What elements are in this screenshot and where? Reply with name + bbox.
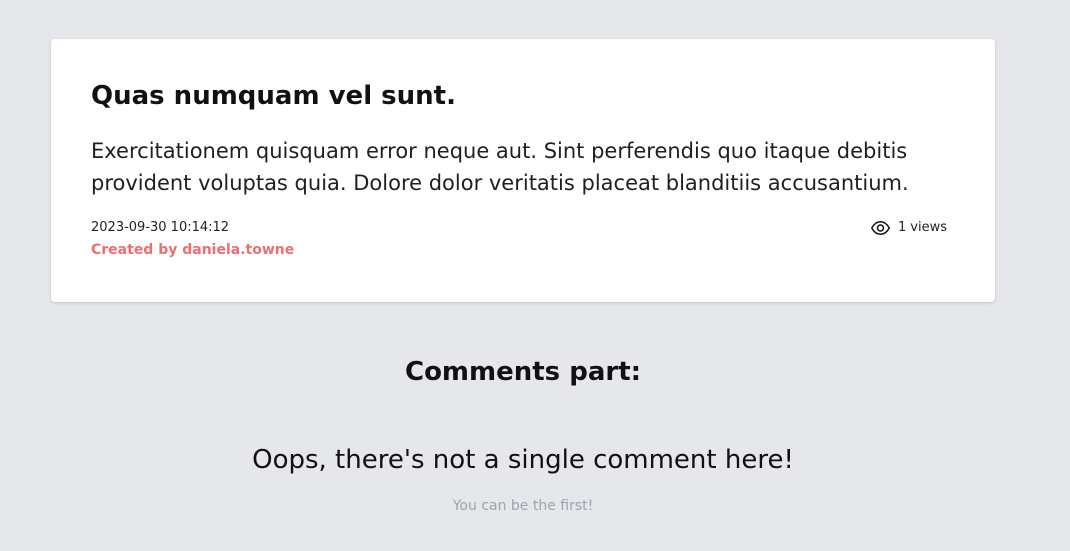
post-title: Quas numquam vel sunt. bbox=[91, 81, 456, 111]
post-card: Quas numquam vel sunt. Exercitationem qu… bbox=[51, 39, 995, 302]
comments-heading: Comments part: bbox=[404, 357, 642, 387]
post-author: Created by daniela.towne bbox=[91, 242, 295, 258]
views-number: 1 bbox=[898, 220, 907, 235]
empty-comments-subtitle: You can be the first! bbox=[452, 498, 594, 514]
post-body: Exercitationem quisquam error neque aut.… bbox=[91, 139, 909, 195]
post-date: 2023-09-30 10:14:12 bbox=[91, 220, 230, 235]
views-label: views bbox=[910, 220, 947, 235]
empty-comments-title: Oops, there's not a single comment here! bbox=[252, 445, 794, 475]
eye-icon bbox=[870, 218, 891, 238]
post-views: 1 views bbox=[870, 218, 947, 238]
views-count: 1 views bbox=[898, 218, 947, 238]
